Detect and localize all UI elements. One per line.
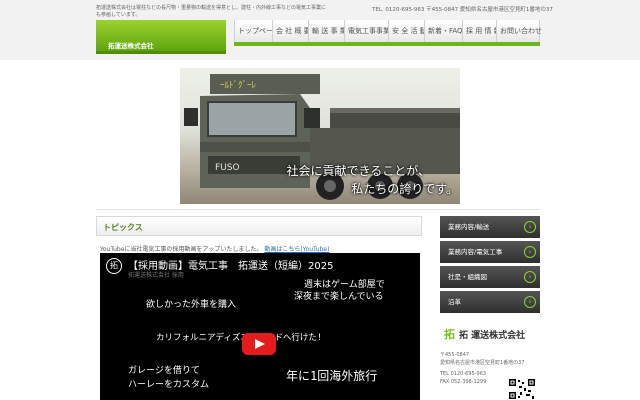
- topics-title: トピックス: [103, 223, 143, 232]
- play-button[interactable]: [242, 333, 276, 355]
- company-logo: 拓 拓 運送株式会社: [444, 326, 544, 346]
- sidebar-item-label: 業務内容/電気工事: [448, 248, 503, 256]
- nav-item-recruit[interactable]: 採 用 情 報: [462, 20, 501, 42]
- chevron-right-icon: ›: [524, 296, 536, 308]
- company-mark-icon: 拓: [444, 328, 455, 341]
- main-nav: トップページ 会 社 概 要 輸 送 事 業 電気工事事業 安 全 活 動 新着…: [234, 20, 542, 42]
- youtube-video-embed[interactable]: 拓 【採用動画】電気工事 拓運送（短編）2025 拓運送株式会社 採用 週末はゲ…: [100, 253, 420, 400]
- sidebar-item-label: 業務内容/輸送: [448, 223, 490, 231]
- company-name: 拓 運送株式会社: [459, 331, 526, 341]
- video-channel: 拓運送株式会社 採用: [128, 272, 184, 279]
- news-text: YouTubeに当社電気工事の採用動画をアップいたしました。: [100, 246, 263, 253]
- video-caption-7: 年に1回海外旅行: [286, 369, 378, 383]
- nav-item-electrical[interactable]: 電気工事事業: [344, 20, 390, 42]
- truck-fuso-logo: FUSO: [215, 163, 240, 173]
- sidebar-menu: 業務内容/輸送 › 業務内容/電気工事 › 社是・組織図 › 沿革 ›: [440, 216, 540, 316]
- sidebar-item-organization[interactable]: 社是・組織図 ›: [440, 266, 540, 288]
- header-contact: TEL. 0120-695-963 〒455-0847 愛知県名古屋市港区空見町…: [372, 7, 553, 13]
- nav-item-company[interactable]: 会 社 概 要: [272, 20, 311, 42]
- company-postal: 〒455-0847: [440, 352, 470, 358]
- header-intro: 拓運送株式会社は電柱などの長尺物・重量物の輸送を得意とし、建柱・内外線工事などの…: [96, 5, 327, 18]
- video-caption-6: ハーレーをカスタム: [128, 380, 210, 390]
- sidebar-item-label: 社是・組織図: [448, 273, 487, 281]
- nav-item-news-faq[interactable]: 新着・FAQ: [424, 20, 463, 42]
- video-caption-2: 深夜まで楽しんでいる: [294, 292, 384, 302]
- nav-item-transport[interactable]: 輸 送 事 業: [308, 20, 347, 42]
- chevron-right-icon: ›: [524, 221, 536, 233]
- video-caption-5: ガレージを借りて: [128, 366, 200, 376]
- hero-slogan-line2: 私たちの誇りです。: [351, 182, 458, 196]
- qr-code-icon: [508, 378, 536, 400]
- sidebar-item-history[interactable]: 沿革 ›: [440, 291, 540, 313]
- section-divider: [96, 209, 540, 210]
- hero-banner: ｰﾙﾄﾞｸﾞｰﾚ FUSO 社会に貢献できることが、 私たちの誇りです。: [180, 68, 460, 204]
- video-caption-4: カリフォルニアディズニーランドへ行けた!: [156, 333, 323, 343]
- hero-slogan-line1: 社会に貢献できることが、: [286, 164, 430, 178]
- news-item: YouTubeに当社電気工事の採用動画をアップいたしました。 動画はこちら(Yo…: [100, 244, 329, 253]
- sidebar-item-label: 沿革: [448, 298, 461, 306]
- nav-item-contact[interactable]: お問い合わせ: [496, 20, 542, 42]
- site-logo-text: 拓運送株式会社: [108, 42, 154, 50]
- nav-item-top[interactable]: トップページ: [234, 20, 280, 42]
- news-youtube-link[interactable]: 動画はこちら(YouTube): [264, 246, 329, 253]
- truck-roof-sign: ｰﾙﾄﾞｸﾞｰﾚ: [220, 80, 257, 91]
- site-logo[interactable]: 拓運送株式会社: [96, 20, 226, 54]
- sidebar-item-transport[interactable]: 業務内容/輸送 ›: [440, 216, 540, 238]
- chevron-right-icon: ›: [524, 271, 536, 283]
- company-address: 愛知県名古屋市港区空見町1番地の37: [440, 359, 525, 366]
- nav-underline: [234, 42, 540, 46]
- nav-item-safety[interactable]: 安 全 活 動: [388, 20, 427, 42]
- video-caption-3: 欲しかった外車を購入: [146, 300, 237, 310]
- sidebar-item-electrical[interactable]: 業務内容/電気工事 ›: [440, 241, 540, 263]
- channel-avatar[interactable]: 拓: [106, 258, 122, 274]
- chevron-right-icon: ›: [524, 246, 536, 258]
- topics-header: トピックス: [96, 216, 422, 236]
